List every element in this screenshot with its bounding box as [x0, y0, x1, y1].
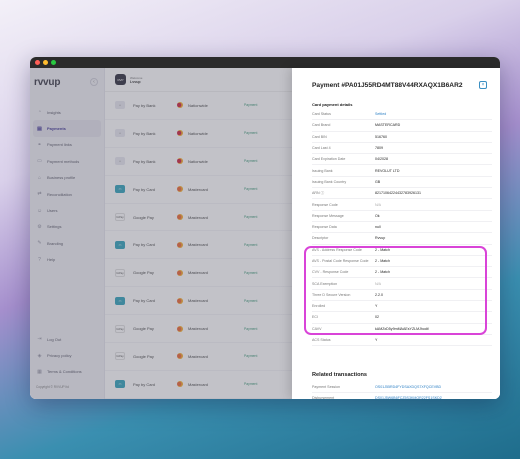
- detail-value: null: [375, 225, 381, 230]
- detail-row: Response Code N/A: [312, 199, 492, 211]
- detail-key: Descriptor: [312, 236, 329, 241]
- detail-row: ARN ⓘ 82171064224432783926131: [312, 188, 492, 200]
- window-titlebar: [30, 57, 500, 68]
- detail-key: Response Message: [312, 213, 344, 218]
- close-window-dot[interactable]: [35, 60, 40, 65]
- detail-row: Response Data null: [312, 222, 492, 234]
- minimize-window-dot[interactable]: [43, 60, 48, 65]
- close-icon[interactable]: ×: [479, 81, 487, 89]
- detail-key: Card Expiration Date: [312, 157, 346, 162]
- detail-row: Card Status Settled: [312, 109, 492, 121]
- panel-title: Payment #PA01J55RD4MT88V44RXAQX1B6AR2: [312, 82, 463, 89]
- maximize-window-dot[interactable]: [51, 60, 56, 65]
- detail-row: Response Message Ok: [312, 211, 492, 222]
- detail-row: Card BIN 516760: [312, 132, 492, 143]
- payment-detail-panel: Payment #PA01J55RD4MT88V44RXAQX1B6AR2 × …: [292, 68, 500, 399]
- related-row: Disbursement DS01J5W6B6FCZ5S3KMQR22FS1SKD…: [312, 393, 492, 399]
- related-key: Disbursement: [312, 396, 335, 399]
- detail-row: Descriptor Rvvup: [312, 233, 492, 245]
- detail-key: Card Status: [312, 112, 331, 117]
- detail-key: Issuing Bank: [312, 168, 333, 173]
- app-window: rvvup ‹ ◔ Insights ▤ Payments ⚭ Payment links…: [30, 57, 500, 399]
- detail-row: Issuing Bank Country GB: [312, 177, 492, 189]
- related-transactions-list: Payment Session OS01J55RD4FYDSAXDQS7XFQCE…: [312, 382, 492, 399]
- detail-value: 04/2028: [375, 157, 388, 162]
- detail-value: N/A: [375, 202, 381, 207]
- detail-value: 7809: [375, 146, 383, 151]
- detail-value: Ok: [375, 213, 380, 218]
- related-row: Payment Session OS01J55RD4FYDSAXDQS7XFQCE…: [312, 382, 492, 394]
- detail-value: Y: [375, 338, 378, 343]
- detail-key: Card BIN: [312, 134, 327, 139]
- modal-backdrop[interactable]: [30, 68, 292, 399]
- detail-value: REVOLUT LTD: [375, 168, 400, 173]
- detail-value: 516760: [375, 134, 387, 139]
- detail-row: Card Brand MASTERCARD: [312, 120, 492, 132]
- detail-key: Issuing Bank Country: [312, 179, 347, 184]
- detail-row: Card Expiration Date 04/2028: [312, 154, 492, 166]
- avs-highlight-box: [304, 246, 487, 335]
- detail-key: ACS Status: [312, 338, 331, 343]
- detail-value: Rvvup: [375, 236, 386, 241]
- card-details-heading: Card payment details: [312, 102, 353, 107]
- related-link[interactable]: OS01J55RD4FYDSAXDQS7XFQCEVBD: [375, 385, 441, 389]
- detail-key: ARN ⓘ: [312, 190, 325, 195]
- related-transactions-heading: Related transactions: [312, 372, 368, 378]
- detail-row: ACS Status Y: [312, 335, 492, 347]
- detail-value[interactable]: Settled: [375, 112, 386, 116]
- related-link[interactable]: DS01J5W6B6FCZ5S3KMQR22FS1SKD2: [375, 396, 442, 399]
- detail-key: Response Code: [312, 202, 338, 207]
- detail-key: Card Brand: [312, 123, 331, 128]
- detail-row: Card Last 4 7809: [312, 143, 492, 155]
- detail-row: Issuing Bank REVOLUT LTD: [312, 165, 492, 177]
- detail-key: Card Last 4: [312, 146, 331, 151]
- detail-value: 82171064224432783926131: [375, 191, 421, 196]
- detail-value: MASTERCARD: [375, 123, 401, 128]
- related-key: Payment Session: [312, 385, 340, 390]
- detail-key: Response Data: [312, 225, 337, 230]
- detail-value: GB: [375, 179, 381, 184]
